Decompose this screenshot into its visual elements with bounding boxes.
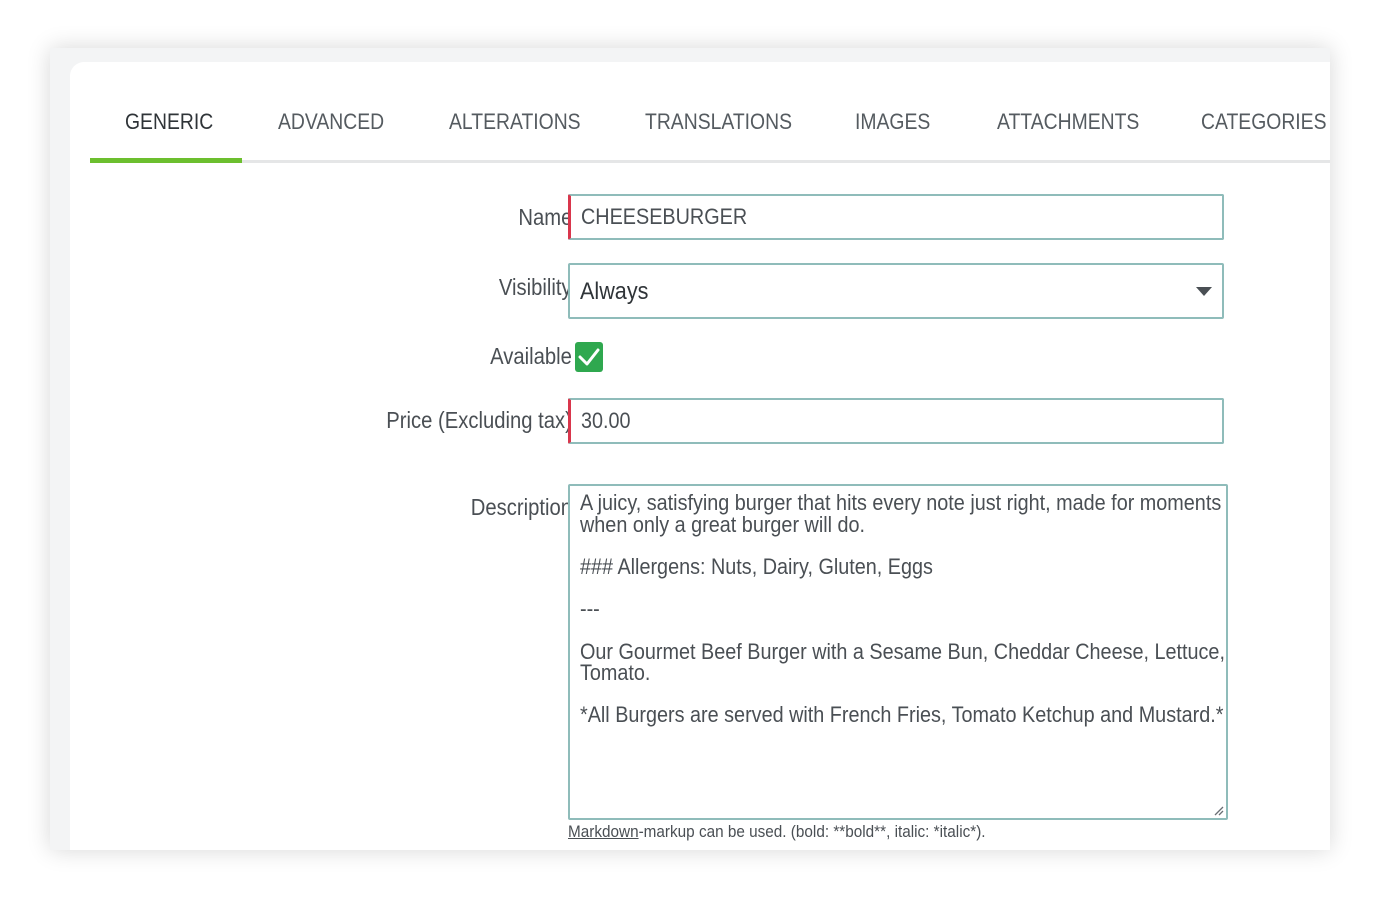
description-line: Tomato. bbox=[580, 660, 651, 685]
name-input[interactable]: CHEESEBURGER bbox=[568, 194, 1224, 240]
price-input[interactable]: 30.00 bbox=[568, 398, 1224, 444]
description-line: ### Allergens: Nuts, Dairy, Gluten, Eggs bbox=[580, 554, 933, 579]
visibility-select-value: Always bbox=[580, 278, 649, 305]
description-line: Our Gourmet Beef Burger with a Sesame Bu… bbox=[580, 639, 1225, 664]
tab-images[interactable]: IMAGES bbox=[855, 104, 930, 160]
name-input-value: CHEESEBURGER bbox=[581, 204, 748, 229]
description-line: when only a great burger will do. bbox=[580, 512, 866, 537]
markdown-helper-text: Markdown-markup can be used. (bold: **bo… bbox=[568, 822, 986, 842]
chevron-down-icon bbox=[1196, 287, 1212, 296]
description-line: --- bbox=[580, 596, 600, 621]
description-textarea[interactable]: A juicy, satisfying burger that hits eve… bbox=[568, 484, 1228, 820]
visibility-select[interactable]: Always bbox=[568, 263, 1224, 319]
price-input-value: 30.00 bbox=[581, 408, 631, 433]
checkmark-icon bbox=[578, 348, 600, 366]
resize-grip-icon[interactable] bbox=[1212, 804, 1224, 816]
active-tab-indicator bbox=[90, 158, 242, 163]
available-label: Available bbox=[490, 343, 572, 369]
product-editor-panel: GENERIC ADVANCED ALTERATIONS TRANSLATION… bbox=[70, 62, 1330, 850]
tab-translations[interactable]: TRANSLATIONS bbox=[645, 104, 792, 160]
tab-advanced[interactable]: ADVANCED bbox=[278, 104, 384, 160]
price-label: Price (Excluding tax) bbox=[386, 407, 572, 433]
window-frame: GENERIC ADVANCED ALTERATIONS TRANSLATION… bbox=[50, 48, 1330, 850]
tab-alterations[interactable]: ALTERATIONS bbox=[449, 104, 581, 160]
description-line: A juicy, satisfying burger that hits eve… bbox=[580, 490, 1222, 515]
visibility-label: Visibility bbox=[499, 274, 572, 300]
available-checkbox[interactable] bbox=[575, 342, 603, 372]
tab-generic[interactable]: GENERIC bbox=[125, 104, 213, 160]
tab-categories[interactable]: CATEGORIES bbox=[1201, 104, 1327, 160]
tab-bar: GENERIC ADVANCED ALTERATIONS TRANSLATION… bbox=[90, 104, 1330, 163]
description-label: Description bbox=[470, 494, 572, 520]
markdown-helper-note: -markup can be used. (bold: **bold**, it… bbox=[638, 822, 986, 841]
markdown-link[interactable]: Markdown bbox=[568, 822, 639, 841]
name-label: Name bbox=[518, 204, 572, 230]
tab-attachments[interactable]: ATTACHMENTS bbox=[997, 104, 1139, 160]
description-line: *All Burgers are served with French Frie… bbox=[580, 702, 1224, 727]
